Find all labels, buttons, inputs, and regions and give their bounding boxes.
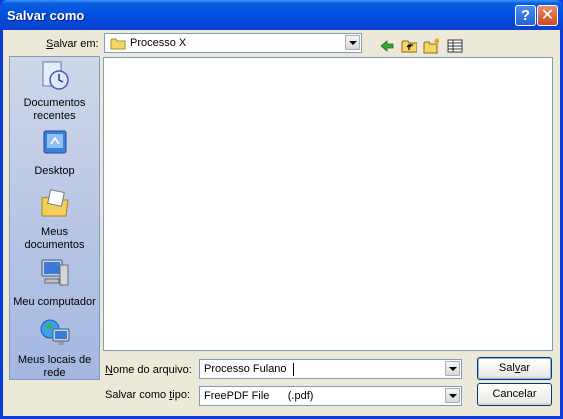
desktop-icon: [43, 130, 67, 154]
place-label-line2: documentos: [24, 239, 85, 251]
place-label-line1: Meus: [41, 226, 68, 238]
place-label-line1: Documentos: [23, 97, 86, 109]
save-button[interactable]: Salvar: [477, 357, 552, 380]
cancel-button[interactable]: Cancelar: [477, 383, 552, 406]
filetype-label: Salvar como tipo:: [105, 389, 191, 401]
my-documents-icon: [41, 189, 69, 217]
place-desktop[interactable]: Desktop: [10, 128, 99, 182]
save-in-dropdown[interactable]: Processo X: [104, 33, 362, 53]
place-my-documents[interactable]: Meus documentos: [10, 188, 99, 256]
back-icon[interactable]: [379, 38, 395, 54]
title-bar[interactable]: Salvar como ? ✕: [0, 0, 563, 32]
place-network[interactable]: Meus locais de rede: [10, 317, 99, 379]
file-list[interactable]: [103, 57, 553, 351]
new-folder-icon[interactable]: [423, 38, 439, 54]
save-in-label: Salvar em:: [46, 38, 99, 50]
dialog-title: Salvar como: [7, 8, 85, 23]
view-menu-icon[interactable]: [447, 38, 463, 54]
text-cursor: [293, 363, 294, 376]
chevron-down-icon[interactable]: [345, 35, 360, 50]
place-my-computer[interactable]: Meu computador: [10, 257, 99, 313]
recent-documents-icon: [42, 61, 69, 90]
place-recent-documents[interactable]: Documentos recentes: [10, 60, 99, 126]
network-places-icon: [40, 319, 70, 345]
my-computer-icon: [41, 259, 69, 286]
place-label-line1: Meu computador: [13, 296, 96, 308]
places-bar: Documentos recentes Desktop Meus documento…: [9, 56, 100, 380]
close-icon: ✕: [540, 7, 555, 24]
question-icon: ?: [520, 7, 531, 24]
close-button[interactable]: ✕: [537, 5, 558, 26]
place-label-line1: Meus locais de: [17, 354, 92, 366]
place-label-line2: rede: [43, 367, 66, 379]
filename-value: Processo Fulano: [204, 363, 287, 375]
up-folder-icon[interactable]: [401, 38, 417, 54]
save-in-value: Processo X: [130, 37, 187, 49]
dialog-body: Salvar em: Processo X Documentos recente…: [3, 30, 560, 416]
chevron-down-icon[interactable]: [445, 388, 460, 403]
filetype-value: FreePDF File (.pdf): [204, 390, 314, 402]
chevron-down-icon[interactable]: [445, 361, 460, 376]
save-as-dialog: Salvar como ? ✕ Salvar em: Processo X Do…: [0, 0, 563, 419]
place-label-line2: recentes: [33, 110, 76, 122]
filetype-dropdown[interactable]: FreePDF File (.pdf): [199, 386, 462, 406]
help-button[interactable]: ?: [515, 5, 536, 26]
filename-label: Nome do arquivo:: [105, 364, 192, 376]
place-label-line1: Desktop: [34, 165, 75, 177]
filename-field[interactable]: Processo Fulano: [199, 359, 462, 379]
folder-icon: [110, 38, 126, 50]
